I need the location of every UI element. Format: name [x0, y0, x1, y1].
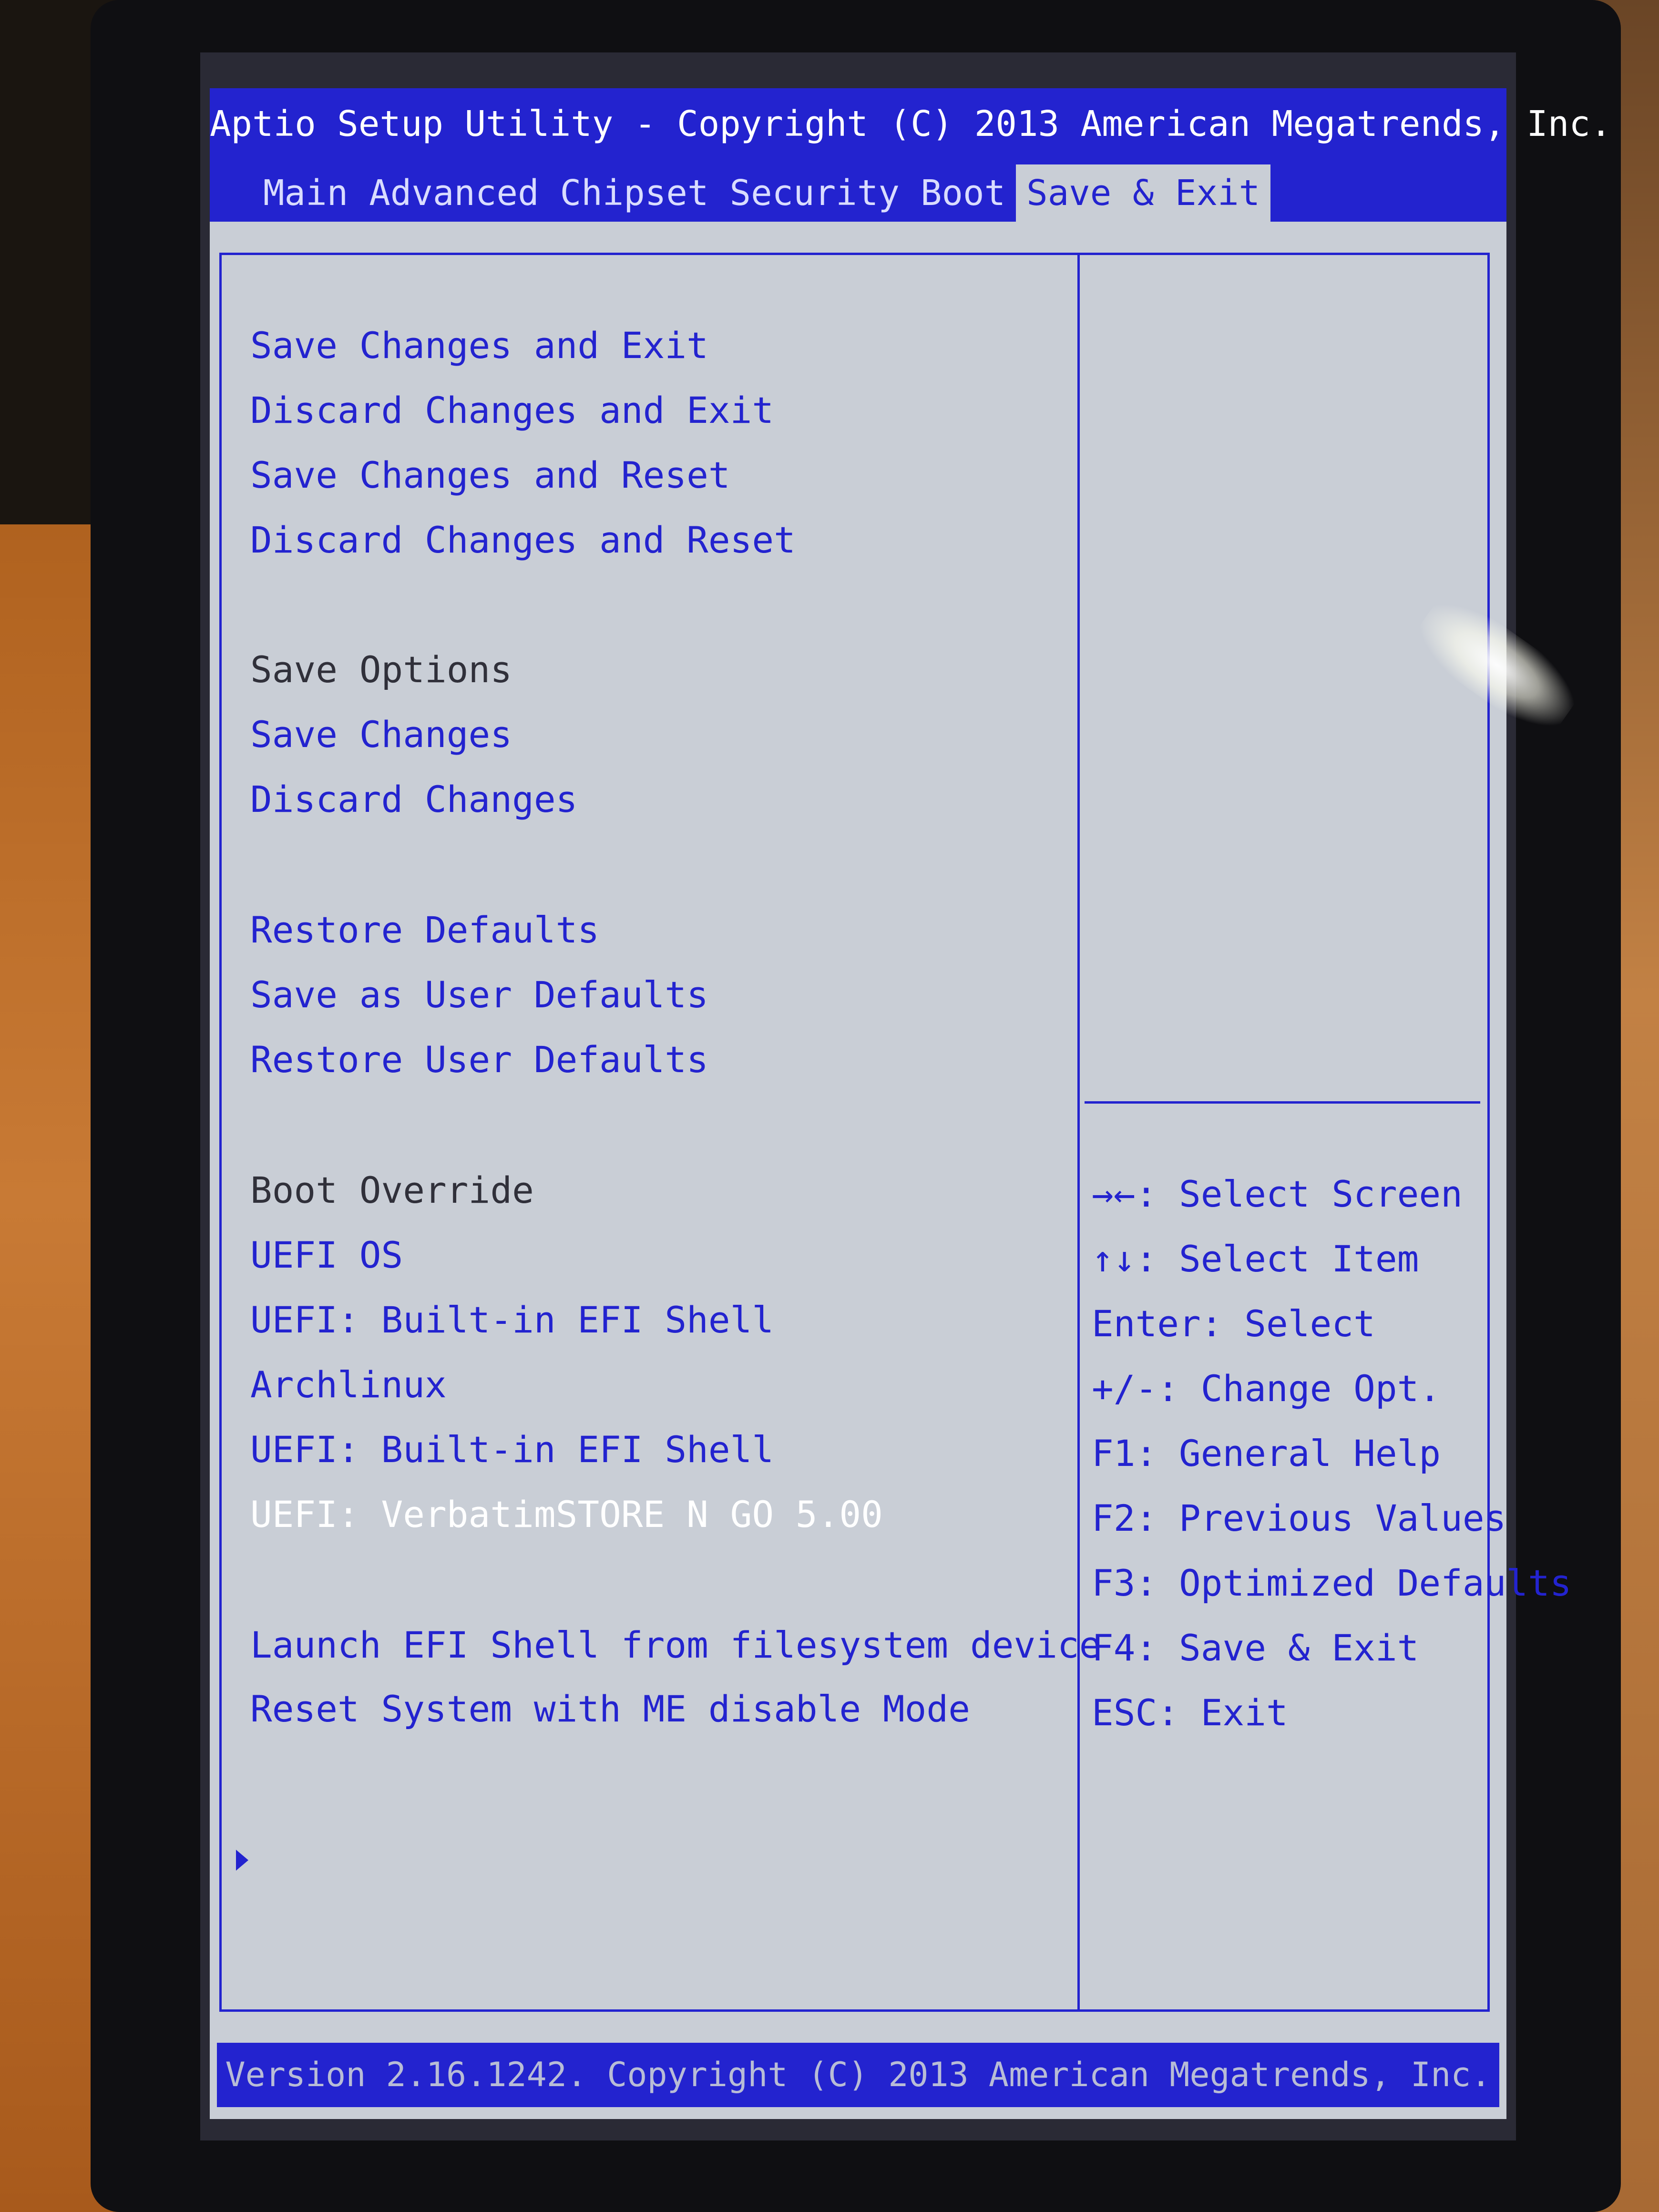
- help-text: : Change Opt.: [1157, 1367, 1441, 1410]
- title-text: Aptio Setup Utility - Copyright (C) 2013…: [210, 103, 1612, 144]
- menu-item-reset-system-me-disable[interactable]: Reset System with ME disable Mode: [250, 1685, 970, 1733]
- tab-boot[interactable]: Boot: [910, 164, 1016, 222]
- help-text: : Select: [1200, 1302, 1375, 1345]
- help-key: F4: [1092, 1627, 1136, 1669]
- help-select-item: ↑↓: Select Item: [1092, 1235, 1419, 1283]
- help-previous-values: F2: Previous Values: [1092, 1495, 1506, 1542]
- help-text: : Previous Values: [1135, 1497, 1506, 1539]
- menu-item-save-as-user-defaults[interactable]: Save as User Defaults: [250, 971, 708, 1019]
- menu-item-uefi-built-in-efi-shell-1[interactable]: UEFI: Built-in EFI Shell: [250, 1296, 774, 1344]
- help-text: : Exit: [1157, 1691, 1288, 1734]
- tab-bar: Main Advanced Chipset Security Boot Save…: [253, 160, 1271, 222]
- help-esc-exit: ESC: Exit: [1092, 1689, 1288, 1737]
- menu-item-restore-user-defaults[interactable]: Restore User Defaults: [250, 1036, 708, 1084]
- help-text: : Select Item: [1135, 1238, 1419, 1280]
- footer-version-text: Version 2.16.1242. Copyright (C) 2013 Am…: [225, 2055, 1491, 2094]
- footer-bar: Version 2.16.1242. Copyright (C) 2013 Am…: [217, 2043, 1499, 2107]
- help-general-help: F1: General Help: [1092, 1430, 1441, 1477]
- menu-item-restore-defaults[interactable]: Restore Defaults: [250, 906, 599, 954]
- help-select-screen: →←: Select Screen: [1092, 1170, 1463, 1218]
- section-header-boot-override: Boot Override: [250, 1169, 534, 1211]
- help-text: : Optimized Defaults: [1135, 1562, 1572, 1604]
- help-key: F2: [1092, 1497, 1136, 1539]
- vertical-divider: [1077, 255, 1080, 2009]
- help-enter-select: Enter: Select: [1092, 1300, 1375, 1348]
- menu-item-save-changes-and-reset[interactable]: Save Changes and Reset: [250, 451, 730, 499]
- tab-save-exit[interactable]: Save & Exit: [1016, 164, 1271, 222]
- help-key: F3: [1092, 1562, 1136, 1604]
- tab-main[interactable]: Main: [253, 164, 358, 222]
- help-text: : General Help: [1135, 1432, 1441, 1475]
- title-bar: Aptio Setup Utility - Copyright (C) 2013…: [210, 88, 1612, 222]
- menu-item-save-changes[interactable]: Save Changes: [250, 711, 512, 758]
- menu-item-discard-changes[interactable]: Discard Changes: [250, 776, 577, 823]
- menu-item-uefi-verbatim-store-n-go[interactable]: UEFI: VerbatimSTORE N GO 5.00: [250, 1491, 883, 1538]
- menu-item-discard-changes-and-reset[interactable]: Discard Changes and Reset: [250, 516, 796, 564]
- menu-item-archlinux[interactable]: Archlinux: [250, 1361, 447, 1409]
- bios-setup-screen: Aptio Setup Utility - Copyright (C) 2013…: [210, 88, 1612, 2119]
- menu-item-save-changes-and-exit[interactable]: Save Changes and Exit: [250, 322, 708, 369]
- help-key: F1: [1092, 1432, 1136, 1475]
- section-header-save-options: Save Options: [250, 648, 512, 691]
- menu-item-discard-changes-and-exit[interactable]: Discard Changes and Exit: [250, 387, 774, 434]
- menu-item-uefi-os[interactable]: UEFI OS: [250, 1231, 403, 1279]
- help-save-exit: F4: Save & Exit: [1092, 1624, 1419, 1672]
- help-key: →←: [1092, 1173, 1136, 1215]
- menu-item-launch-efi-shell[interactable]: Launch EFI Shell from filesystem device: [250, 1621, 1101, 1669]
- submenu-arrow-icon: [236, 1850, 248, 1871]
- help-optimized-defaults: F3: Optimized Defaults: [1092, 1559, 1572, 1607]
- tab-advanced[interactable]: Advanced: [358, 164, 549, 222]
- help-text: : Select Screen: [1135, 1173, 1463, 1215]
- help-key: ↑↓: [1092, 1238, 1136, 1280]
- help-key: ESC: [1092, 1691, 1157, 1734]
- tab-chipset[interactable]: Chipset: [550, 164, 719, 222]
- help-change-opt: +/-: Change Opt.: [1092, 1365, 1441, 1413]
- help-key: +/-: [1092, 1367, 1157, 1410]
- content-frame: Save Changes and Exit Discard Changes an…: [219, 253, 1572, 2012]
- help-text: : Save & Exit: [1135, 1627, 1419, 1669]
- help-divider: [1085, 1101, 1480, 1104]
- tab-security[interactable]: Security: [719, 164, 910, 222]
- help-key: Enter: [1092, 1302, 1201, 1345]
- menu-item-uefi-built-in-efi-shell-2[interactable]: UEFI: Built-in EFI Shell: [250, 1426, 774, 1474]
